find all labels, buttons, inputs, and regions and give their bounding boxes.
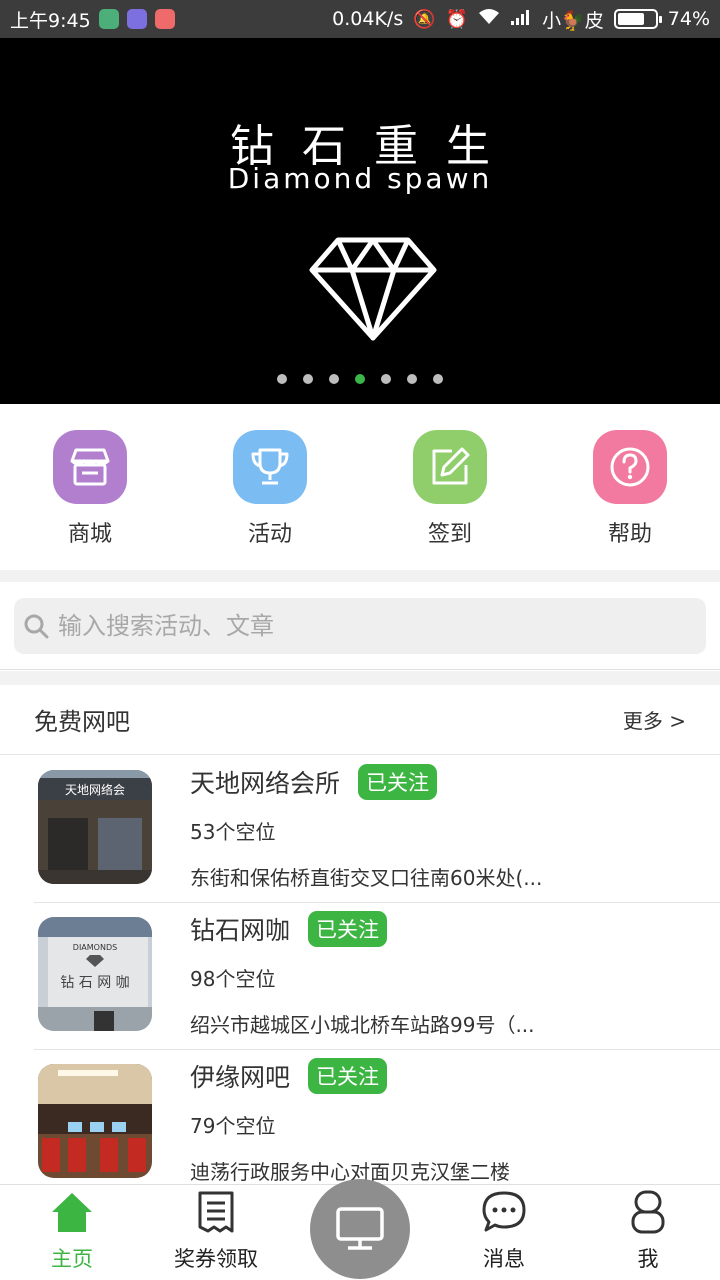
store-icon: [53, 430, 127, 504]
battery-icon: [613, 9, 662, 29]
quick-label-checkin: 签到: [427, 522, 472, 547]
banner-subtitle: Diamond spawn: [227, 162, 493, 195]
carrier-name: 小🐓皮: [542, 9, 604, 32]
carousel-dot[interactable]: [277, 374, 287, 384]
shield-app-icon: [98, 9, 119, 29]
list-item[interactable]: DIAMONDS 钻 石 网 咖 钻石网咖 已关注 98个空位 绍兴市越城区小城…: [34, 903, 720, 1050]
quick-item-activity[interactable]: 活动: [180, 404, 360, 570]
home-icon: [52, 1193, 92, 1232]
battery-percent: 74%: [667, 8, 710, 30]
cafe-seats: 79个空位: [190, 1114, 276, 1138]
receipt-icon: [198, 1191, 234, 1233]
carousel-dot-active[interactable]: [355, 374, 365, 384]
section-divider: [0, 570, 720, 582]
quick-label-activity: 活动: [247, 522, 292, 547]
help-icon: [593, 430, 667, 504]
center-computer-button[interactable]: [310, 1179, 410, 1279]
user-icon: [631, 1190, 665, 1234]
mute-icon: 🔕: [413, 8, 436, 30]
status-time: 上午9:45: [10, 9, 91, 32]
net-speed: 0.04K/s: [332, 8, 404, 30]
list-item[interactable]: 天地网络会 天地网络会所 已关注 53个空位 东街和保佑桥直街交叉口往南60米处…: [34, 756, 720, 903]
nav-coupons-label: 奖券领取: [174, 1247, 258, 1271]
cafe-photo: [38, 1064, 152, 1178]
wifi-icon: [478, 8, 500, 31]
carousel-dot[interactable]: [433, 374, 443, 384]
nav-home[interactable]: 主页: [0, 1185, 144, 1280]
followed-badge[interactable]: 已关注: [308, 1058, 388, 1094]
quick-item-checkin[interactable]: 签到: [360, 404, 540, 570]
cafe-address: 东街和保佑桥直街交叉口往南60米处(...: [190, 866, 543, 890]
section-title: 免费网吧: [34, 708, 130, 736]
free-cafe-header: 免费网吧 更多 >: [0, 685, 720, 755]
carousel-dot[interactable]: [329, 374, 339, 384]
trophy-icon: [233, 430, 307, 504]
quick-item-help[interactable]: 帮助: [540, 404, 720, 570]
edit-icon: [413, 430, 487, 504]
followed-badge[interactable]: 已关注: [308, 911, 388, 947]
carousel-dot[interactable]: [381, 374, 391, 384]
diamond-icon: [309, 237, 437, 341]
status-bar: 上午9:45 0.04K/s 🔕 ⏰ 小🐓皮 74%: [0, 0, 720, 38]
search-bar[interactable]: [14, 598, 706, 654]
search-icon: [24, 614, 49, 639]
list-item[interactable]: 伊缘网吧 已关注 79个空位 迪荡行政服务中心对面贝克汉堡二楼: [34, 1050, 720, 1197]
cafe-photo: DIAMONDS 钻 石 网 咖: [38, 917, 152, 1031]
computer-icon: [336, 1207, 384, 1250]
cafe-list: 天地网络会 天地网络会所 已关注 53个空位 东街和保佑桥直街交叉口往南60米处…: [0, 756, 720, 1197]
nav-messages[interactable]: 消息: [432, 1185, 576, 1280]
quick-item-store[interactable]: 商城: [0, 404, 180, 570]
app-notification-icon: [126, 9, 147, 29]
alarm-icon: ⏰: [445, 8, 469, 30]
signal-icon: [510, 8, 532, 31]
cafe-seats: 98个空位: [190, 967, 276, 991]
search-input[interactable]: [58, 612, 658, 640]
quick-label-help: 帮助: [607, 522, 652, 547]
message-app-icon: [154, 9, 175, 29]
cafe-name: 伊缘网吧: [190, 1063, 291, 1092]
search-section: [0, 582, 720, 670]
bottom-nav: 主页 奖券领取 消息 我: [0, 1179, 720, 1280]
nav-me-label: 我: [637, 1247, 659, 1271]
carousel-dot[interactable]: [303, 374, 313, 384]
nav-me[interactable]: 我: [576, 1185, 720, 1280]
section-divider: [0, 671, 720, 685]
cafe-seats: 53个空位: [190, 820, 276, 844]
svg-text:DIAMONDS: DIAMONDS: [73, 943, 117, 952]
nav-home-label: 主页: [51, 1247, 93, 1271]
carousel-dot[interactable]: [407, 374, 417, 384]
cafe-photo: 天地网络会: [38, 770, 152, 884]
quick-menu: 商城 活动 签到 帮助: [0, 404, 720, 570]
followed-badge[interactable]: 已关注: [358, 764, 438, 800]
nav-coupons[interactable]: 奖券领取: [144, 1185, 288, 1280]
svg-text:钻 石 网 咖: 钻 石 网 咖: [60, 975, 129, 991]
more-link[interactable]: 更多 >: [623, 705, 686, 734]
nav-messages-label: 消息: [483, 1247, 525, 1271]
svg-text:天地网络会: 天地网络会: [65, 782, 125, 797]
quick-label-store: 商城: [67, 522, 112, 547]
cafe-address: 绍兴市越城区小城北桥车站路99号（...: [190, 1013, 535, 1037]
carousel-indicator: [0, 374, 720, 384]
cafe-name: 天地网络会所: [190, 769, 341, 798]
cafe-name: 钻石网咖: [190, 916, 291, 945]
chat-icon: [482, 1191, 526, 1232]
banner-carousel[interactable]: 钻石重生 Diamond spawn: [0, 38, 720, 404]
